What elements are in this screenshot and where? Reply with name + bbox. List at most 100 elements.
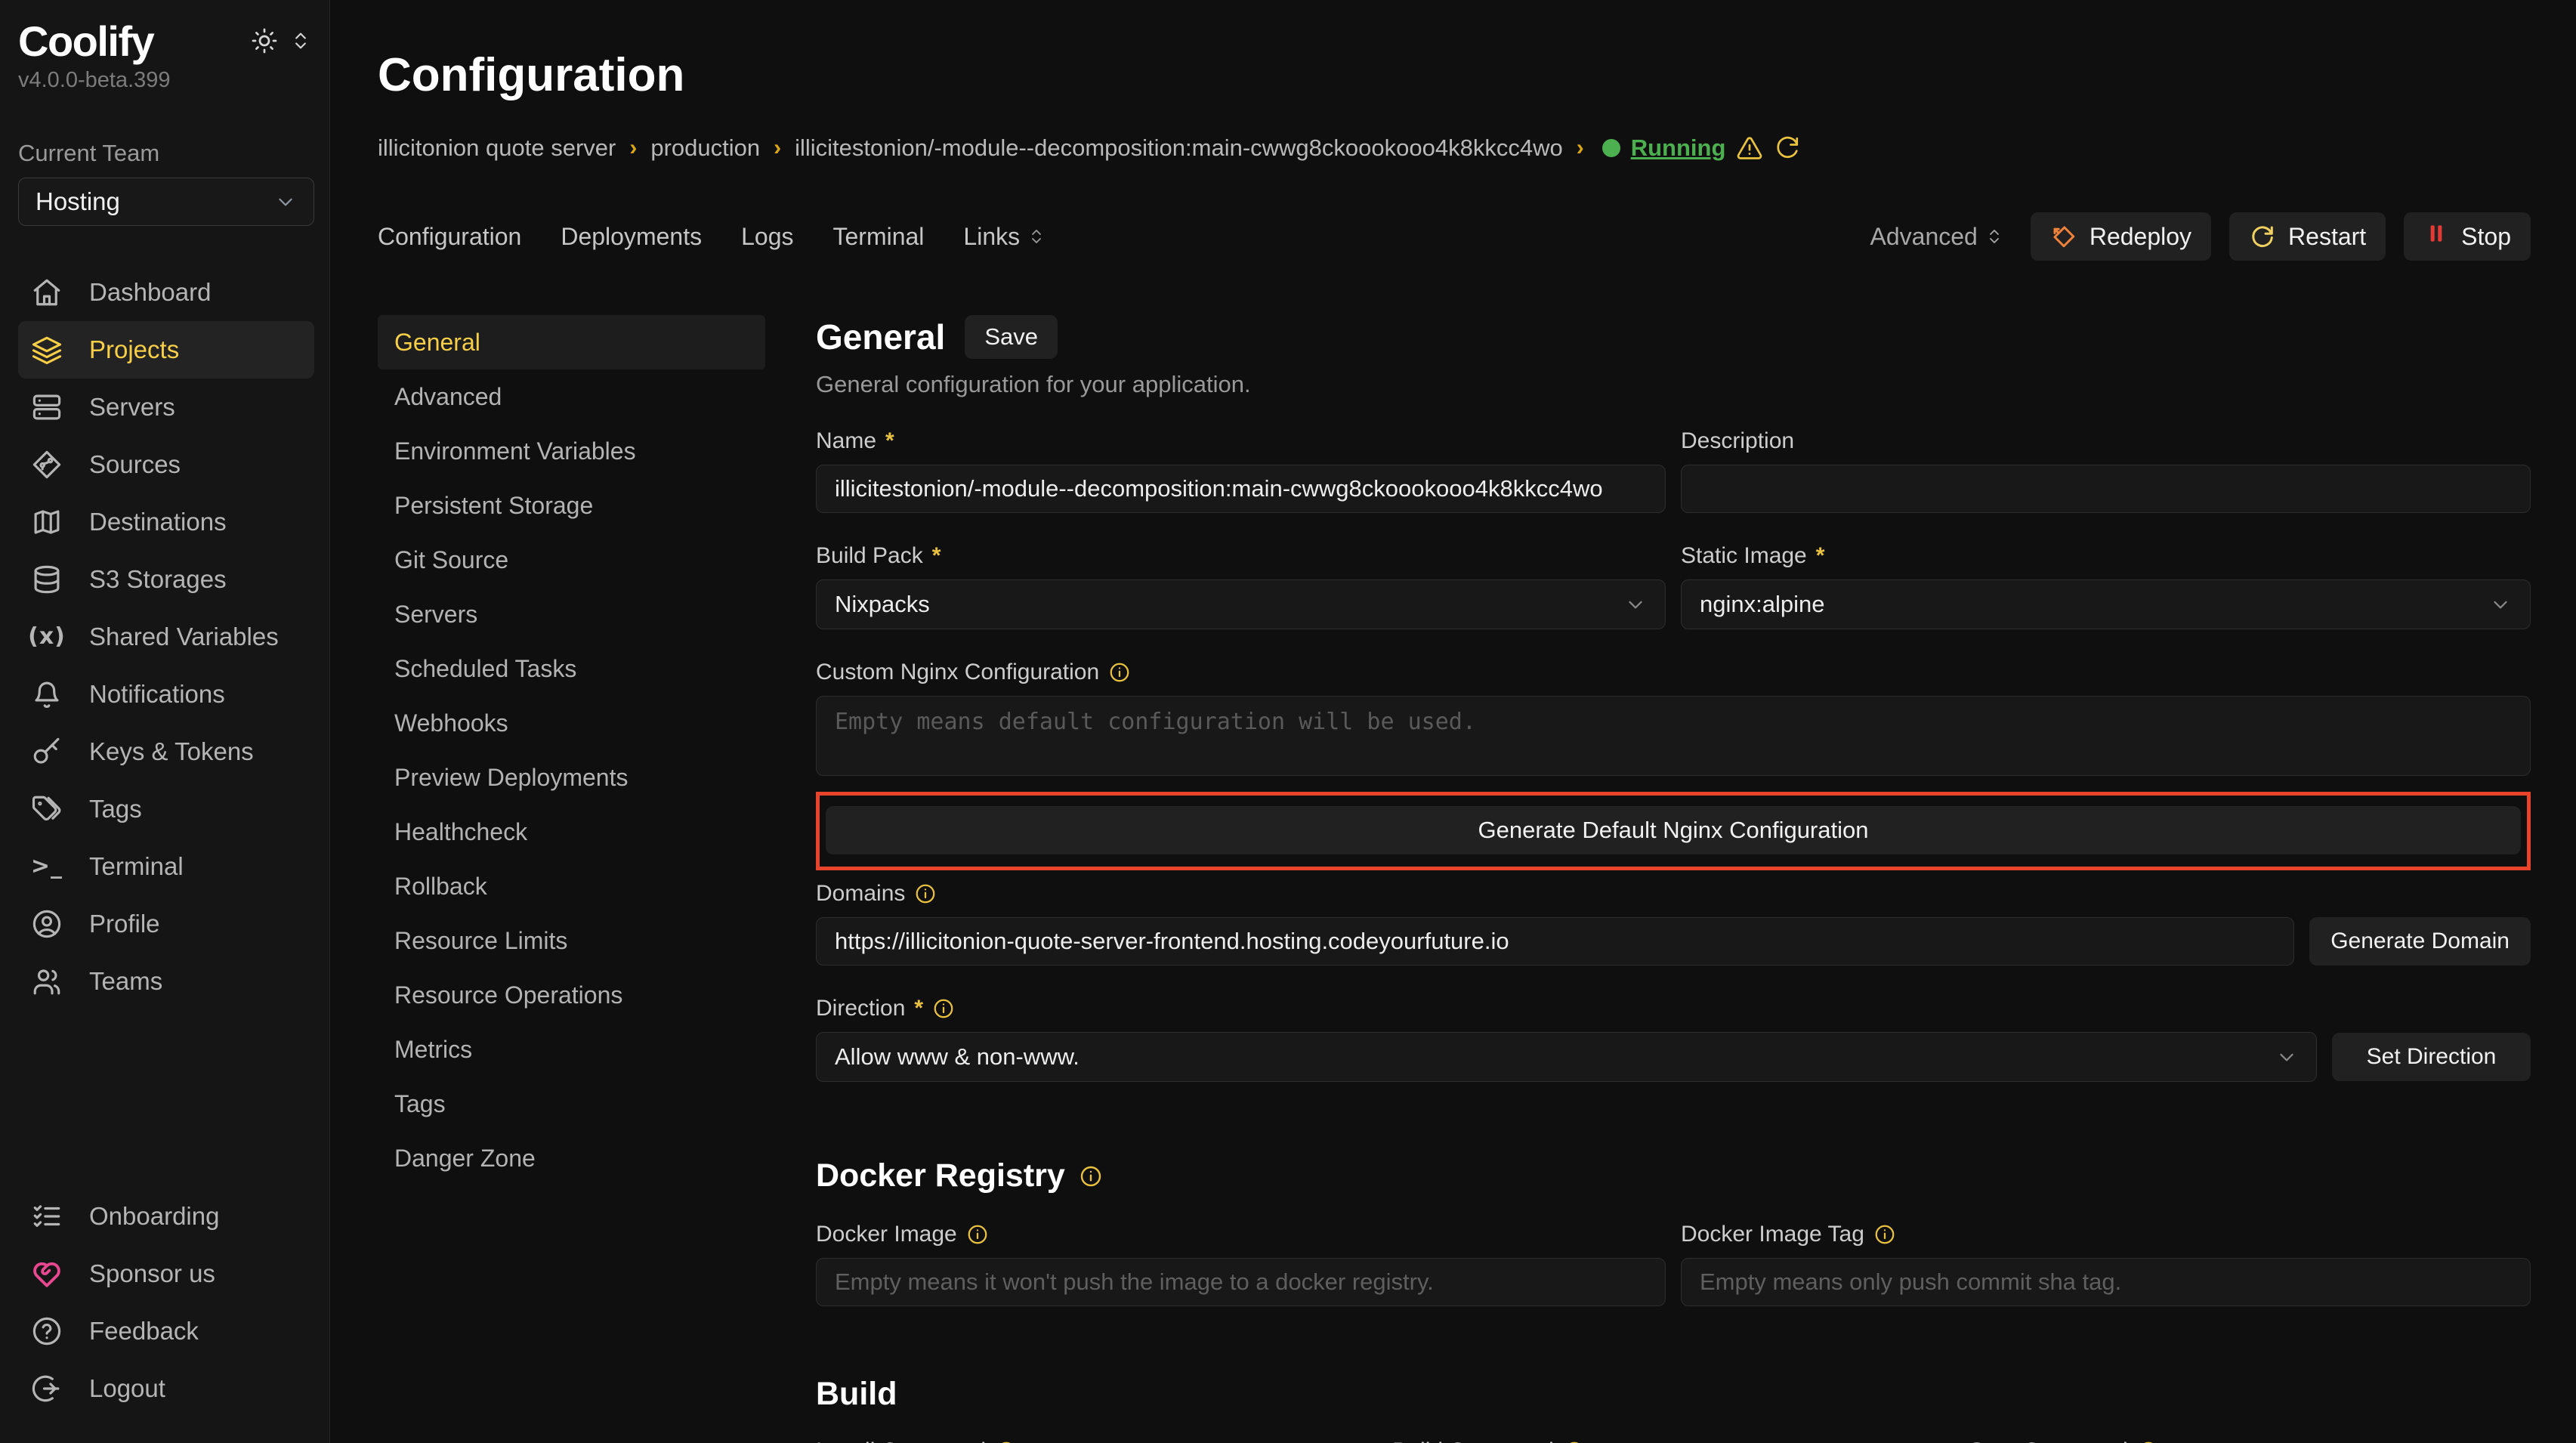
chevron-down-icon	[2275, 1046, 2298, 1068]
sidebar-item-sponsor[interactable]: Sponsor us	[18, 1245, 314, 1302]
sidebar-item-tags[interactable]: Tags	[18, 780, 314, 838]
buildpack-staticimage-row: Build Pack* Nixpacks Static Image* nginx…	[816, 543, 2531, 629]
sidebar-item-label: Onboarding	[89, 1202, 219, 1231]
info-icon[interactable]	[914, 882, 937, 905]
sidebar-item-label: Projects	[89, 335, 179, 364]
subnav-resource-operations[interactable]: Resource Operations	[378, 968, 765, 1022]
subnav-rollback[interactable]: Rollback	[378, 859, 765, 913]
build-pack-select[interactable]: Nixpacks	[816, 579, 1666, 629]
database-icon	[30, 564, 63, 595]
docker-registry-heading: Docker Registry	[816, 1157, 2531, 1194]
sidebar-item-label: Teams	[89, 967, 162, 996]
team-select[interactable]: Hosting	[18, 178, 314, 226]
sidebar-item-label: S3 Storages	[89, 565, 227, 594]
subnav-servers[interactable]: Servers	[378, 587, 765, 641]
advanced-dropdown[interactable]: Advanced	[1870, 223, 2003, 251]
tab-terminal[interactable]: Terminal	[832, 223, 924, 251]
breadcrumb-project[interactable]: illicitonion quote server	[378, 134, 616, 162]
name-description-row: Name* Description	[816, 428, 2531, 513]
sidebar-item-destinations[interactable]: Destinations	[18, 493, 314, 551]
docker-image-input[interactable]	[816, 1258, 1666, 1306]
sidebar-item-terminal[interactable]: >_ Terminal	[18, 838, 314, 895]
info-icon[interactable]	[1873, 1223, 1896, 1246]
status: Running	[1602, 134, 1802, 162]
sidebar-item-teams[interactable]: Teams	[18, 953, 314, 1010]
warning-triangle-icon[interactable]	[1736, 134, 1763, 162]
build-commands-row: Install Command Build Command Start Comm…	[816, 1438, 2531, 1443]
sidebar-item-label: Keys & Tokens	[89, 737, 254, 766]
refresh-icon[interactable]	[1774, 134, 1801, 162]
breadcrumb-environment[interactable]: production	[650, 134, 760, 162]
heart-handshake-icon	[30, 1258, 63, 1290]
subnav-general[interactable]: General	[378, 315, 765, 369]
sidebar-item-shared-variables[interactable]: (x) Shared Variables	[18, 608, 314, 666]
sidebar-item-label: Sources	[89, 450, 181, 479]
sidebar-item-notifications[interactable]: Notifications	[18, 666, 314, 723]
info-icon[interactable]	[2137, 1440, 2160, 1443]
subnav-danger-zone[interactable]: Danger Zone	[378, 1131, 765, 1185]
static-image-select[interactable]: nginx:alpine	[1681, 579, 2531, 629]
sidebar-item-dashboard[interactable]: Dashboard	[18, 264, 314, 321]
general-form: General Save General configuration for y…	[816, 315, 2531, 1443]
sidebar-item-sources[interactable]: Sources	[18, 436, 314, 493]
docker-image-tag-label: Docker Image Tag	[1681, 1222, 2531, 1247]
subnav-environment-variables[interactable]: Environment Variables	[378, 424, 765, 478]
custom-nginx-textarea[interactable]	[816, 696, 2531, 776]
subnav-persistent-storage[interactable]: Persistent Storage	[378, 478, 765, 533]
direction-select[interactable]: Allow www & non-www.	[816, 1032, 2317, 1082]
sidebar-item-keys-tokens[interactable]: Keys & Tokens	[18, 723, 314, 780]
app-logo: Coolify	[18, 18, 153, 65]
restart-button[interactable]: Restart	[2229, 212, 2386, 261]
tab-links[interactable]: Links	[963, 223, 1046, 251]
user-circle-icon	[30, 908, 63, 940]
subnav-scheduled-tasks[interactable]: Scheduled Tasks	[378, 641, 765, 696]
sidebar-item-servers[interactable]: Servers	[18, 379, 314, 436]
stop-button[interactable]: Stop	[2404, 212, 2531, 261]
direction-value: Allow www & non-www.	[835, 1043, 1080, 1071]
generate-default-nginx-configuration-button[interactable]: Generate Default Nginx Configuration	[826, 806, 2521, 854]
subnav-metrics[interactable]: Metrics	[378, 1022, 765, 1077]
save-button[interactable]: Save	[965, 315, 1058, 359]
subnav-tags[interactable]: Tags	[378, 1077, 765, 1131]
info-icon[interactable]	[995, 1440, 1018, 1443]
sidebar-item-label: Tags	[89, 795, 142, 823]
breadcrumb-resource[interactable]: illicitestonion/-module--decomposition:m…	[795, 134, 1563, 162]
info-icon[interactable]	[932, 997, 955, 1020]
subnav-git-source[interactable]: Git Source	[378, 533, 765, 587]
name-input[interactable]	[816, 465, 1666, 513]
build-command-label: Build Command	[1392, 1438, 1954, 1443]
tab-deployments[interactable]: Deployments	[561, 223, 702, 251]
subnav-healthcheck[interactable]: Healthcheck	[378, 805, 765, 859]
description-input[interactable]	[1681, 465, 2531, 513]
status-badge[interactable]: Running	[1631, 134, 1726, 162]
subnav-advanced[interactable]: Advanced	[378, 369, 765, 424]
docker-image-label: Docker Image	[816, 1222, 1666, 1247]
subnav-preview-deployments[interactable]: Preview Deployments	[378, 750, 765, 805]
docker-image-tag-input[interactable]	[1681, 1258, 2531, 1306]
redeploy-icon	[2050, 223, 2077, 250]
subnav-webhooks[interactable]: Webhooks	[378, 696, 765, 750]
sidebar-item-logout[interactable]: Logout	[18, 1360, 314, 1417]
info-icon[interactable]	[1079, 1164, 1103, 1188]
sidebar-item-onboarding[interactable]: Onboarding	[18, 1188, 314, 1245]
sidebar-item-feedback[interactable]: Feedback	[18, 1302, 314, 1360]
sidebar-item-projects[interactable]: Projects	[18, 321, 314, 379]
info-icon[interactable]	[1563, 1440, 1586, 1443]
redeploy-button[interactable]: Redeploy	[2031, 212, 2211, 261]
info-icon[interactable]	[1108, 661, 1131, 684]
sidebar-item-s3-storages[interactable]: S3 Storages	[18, 551, 314, 608]
generate-domain-button[interactable]: Generate Domain	[2309, 917, 2531, 966]
theme-toggle-sun-icon[interactable]	[251, 27, 278, 54]
sidebar-collapse-chevrons-icon[interactable]	[290, 30, 311, 51]
subnav-resource-limits[interactable]: Resource Limits	[378, 913, 765, 968]
tab-configuration[interactable]: Configuration	[378, 223, 521, 251]
build-pack-value: Nixpacks	[835, 591, 930, 618]
tab-logs[interactable]: Logs	[741, 223, 793, 251]
map-icon	[30, 506, 63, 538]
set-direction-button[interactable]: Set Direction	[2332, 1033, 2531, 1081]
direction-label: Direction*	[816, 996, 2531, 1021]
domains-input[interactable]	[816, 917, 2294, 966]
general-section-header: General Save	[816, 315, 2531, 359]
info-icon[interactable]	[966, 1223, 989, 1246]
sidebar-item-profile[interactable]: Profile	[18, 895, 314, 953]
